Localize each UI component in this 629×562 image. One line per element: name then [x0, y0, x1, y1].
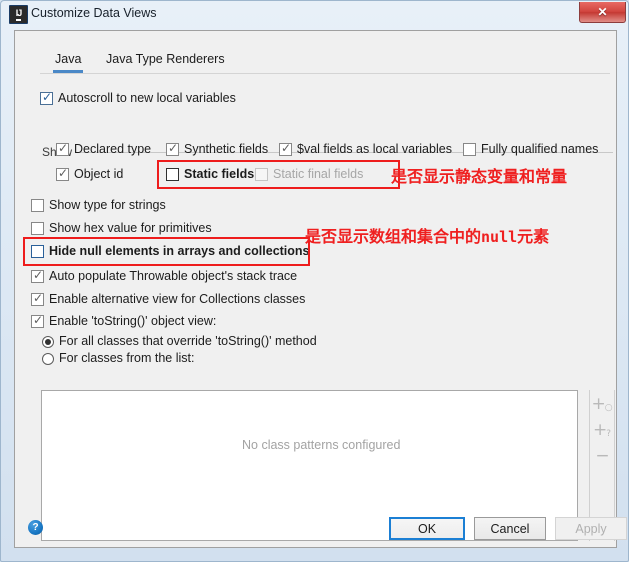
tab-bar: Java Java Type Renderers: [15, 48, 618, 74]
annotation-null-elements-text: 是否显示数组和集合中的null元素: [305, 223, 549, 247]
check-icon: ✓: [33, 313, 44, 327]
add-pattern-glyph: +: [592, 420, 608, 440]
apply-button: Apply: [555, 517, 627, 540]
checkbox-label: Declared type: [74, 142, 152, 156]
tab-java-type-renderers[interactable]: Java Type Renderers: [104, 48, 227, 73]
checkbox-enable-alternative-view-for-collections[interactable]: ✓ Enable alternative view for Collection…: [31, 292, 305, 306]
checkbox-fully-qualified-names[interactable]: Fully qualified names: [463, 142, 598, 156]
checkbox-box: [31, 222, 44, 235]
checkbox-box: [463, 143, 476, 156]
tab-java[interactable]: Java: [53, 48, 84, 73]
add-sub-glyph: ○: [604, 403, 613, 413]
annotation-text: 是否显示静态变量和常量: [391, 167, 568, 186]
add-pattern-icon[interactable]: +?: [590, 418, 615, 443]
checkbox-box: ✓: [56, 166, 69, 181]
checkbox-box: ✓: [166, 141, 179, 156]
tab-java-label: Java: [55, 52, 82, 66]
window-title: Customize Data Views: [31, 6, 157, 20]
checkbox-label: Object id: [74, 167, 124, 181]
checkbox-box: ✓: [31, 313, 44, 328]
annotation-mono-text: null: [481, 228, 518, 246]
intellij-idea-icon: IJ: [9, 5, 28, 24]
annotation-text: 是否显示数组和集合中的: [305, 227, 482, 246]
check-icon: ✓: [281, 141, 292, 155]
radio-circle: [42, 353, 54, 365]
tab-separator: [40, 73, 610, 74]
radio-circle: [42, 336, 54, 348]
app-icon-glyph: IJ: [15, 8, 22, 21]
check-icon: ✓: [42, 90, 53, 104]
checkbox-box: ✓: [40, 90, 53, 105]
checkbox-box: ✓: [31, 268, 44, 283]
title-bar: IJ Customize Data Views ✕: [1, 1, 629, 28]
add-glyph: +: [591, 394, 606, 414]
dialog-window: IJ Customize Data Views ✕ Java Java Type…: [0, 0, 629, 562]
checkbox-val-fields-as-local-variables[interactable]: ✓ $val fields as local variables: [279, 142, 452, 156]
checkbox-label: Show type for strings: [49, 198, 166, 212]
checkbox-label: Enable 'toString()' object view:: [49, 314, 217, 328]
radio-label: For all classes that override 'toString(…: [59, 334, 317, 348]
checkbox-label: Autoscroll to new local variables: [58, 91, 236, 105]
ok-button[interactable]: OK: [389, 517, 465, 540]
remove-icon[interactable]: −: [590, 444, 615, 469]
radio-for-classes-from-the-list[interactable]: For classes from the list:: [42, 351, 194, 366]
annotation-box-hide-null-elements: [23, 237, 310, 266]
help-icon[interactable]: ?: [28, 520, 43, 535]
check-icon: ✓: [33, 268, 44, 282]
checkbox-label: Show hex value for primitives: [49, 221, 212, 235]
check-icon: ✓: [58, 141, 69, 155]
checkbox-show-hex-value-for-primitives[interactable]: Show hex value for primitives: [31, 221, 212, 235]
checkbox-box: [31, 199, 44, 212]
check-icon: ✓: [58, 166, 69, 180]
checkbox-label: Enable alternative view for Collections …: [49, 292, 306, 306]
remove-glyph: −: [595, 446, 610, 466]
radio-dot: [45, 339, 51, 345]
checkbox-declared-type[interactable]: ✓ Declared type: [56, 142, 151, 156]
annotation-static-fields-text: 是否显示静态变量和常量: [391, 163, 567, 187]
add-icon[interactable]: + ○: [590, 392, 615, 417]
empty-list-message: No class patterns configured: [242, 438, 401, 452]
check-icon: ✓: [168, 141, 179, 155]
cancel-button[interactable]: Cancel: [474, 517, 546, 540]
close-icon[interactable]: ✕: [579, 2, 626, 23]
checkbox-auto-populate-throwable-stack-trace[interactable]: ✓ Auto populate Throwable object's stack…: [31, 269, 297, 283]
checkbox-label: $val fields as local variables: [297, 142, 452, 156]
checkbox-label: Auto populate Throwable object's stack t…: [49, 269, 298, 283]
checkbox-synthetic-fields[interactable]: ✓ Synthetic fields: [166, 142, 268, 156]
annotation-box-static-fields: [157, 160, 400, 189]
checkbox-box: ✓: [31, 291, 44, 306]
check-icon: ✓: [33, 291, 44, 305]
tab-java-type-renderers-label: Java Type Renderers: [106, 52, 225, 66]
checkbox-object-id[interactable]: ✓ Object id: [56, 167, 123, 181]
checkbox-label: Synthetic fields: [184, 142, 269, 156]
add-pattern-sub-glyph: ?: [606, 429, 612, 439]
checkbox-show-type-for-strings[interactable]: Show type for strings: [31, 198, 166, 212]
checkbox-box: ✓: [56, 141, 69, 156]
annotation-text-tail: 元素: [517, 227, 550, 246]
checkbox-label: Fully qualified names: [481, 142, 599, 156]
checkbox-autoscroll-to-new-local-variables[interactable]: ✓ Autoscroll to new local variables: [40, 91, 236, 105]
radio-for-all-classes-override-tostring[interactable]: For all classes that override 'toString(…: [42, 334, 317, 349]
dialog-content: Java Java Type Renderers ✓ Autoscroll to…: [14, 30, 627, 548]
checkbox-enable-tostring-object-view[interactable]: ✓ Enable 'toString()' object view:: [31, 314, 216, 328]
checkbox-box: ✓: [279, 141, 292, 156]
radio-label: For classes from the list:: [59, 351, 195, 365]
